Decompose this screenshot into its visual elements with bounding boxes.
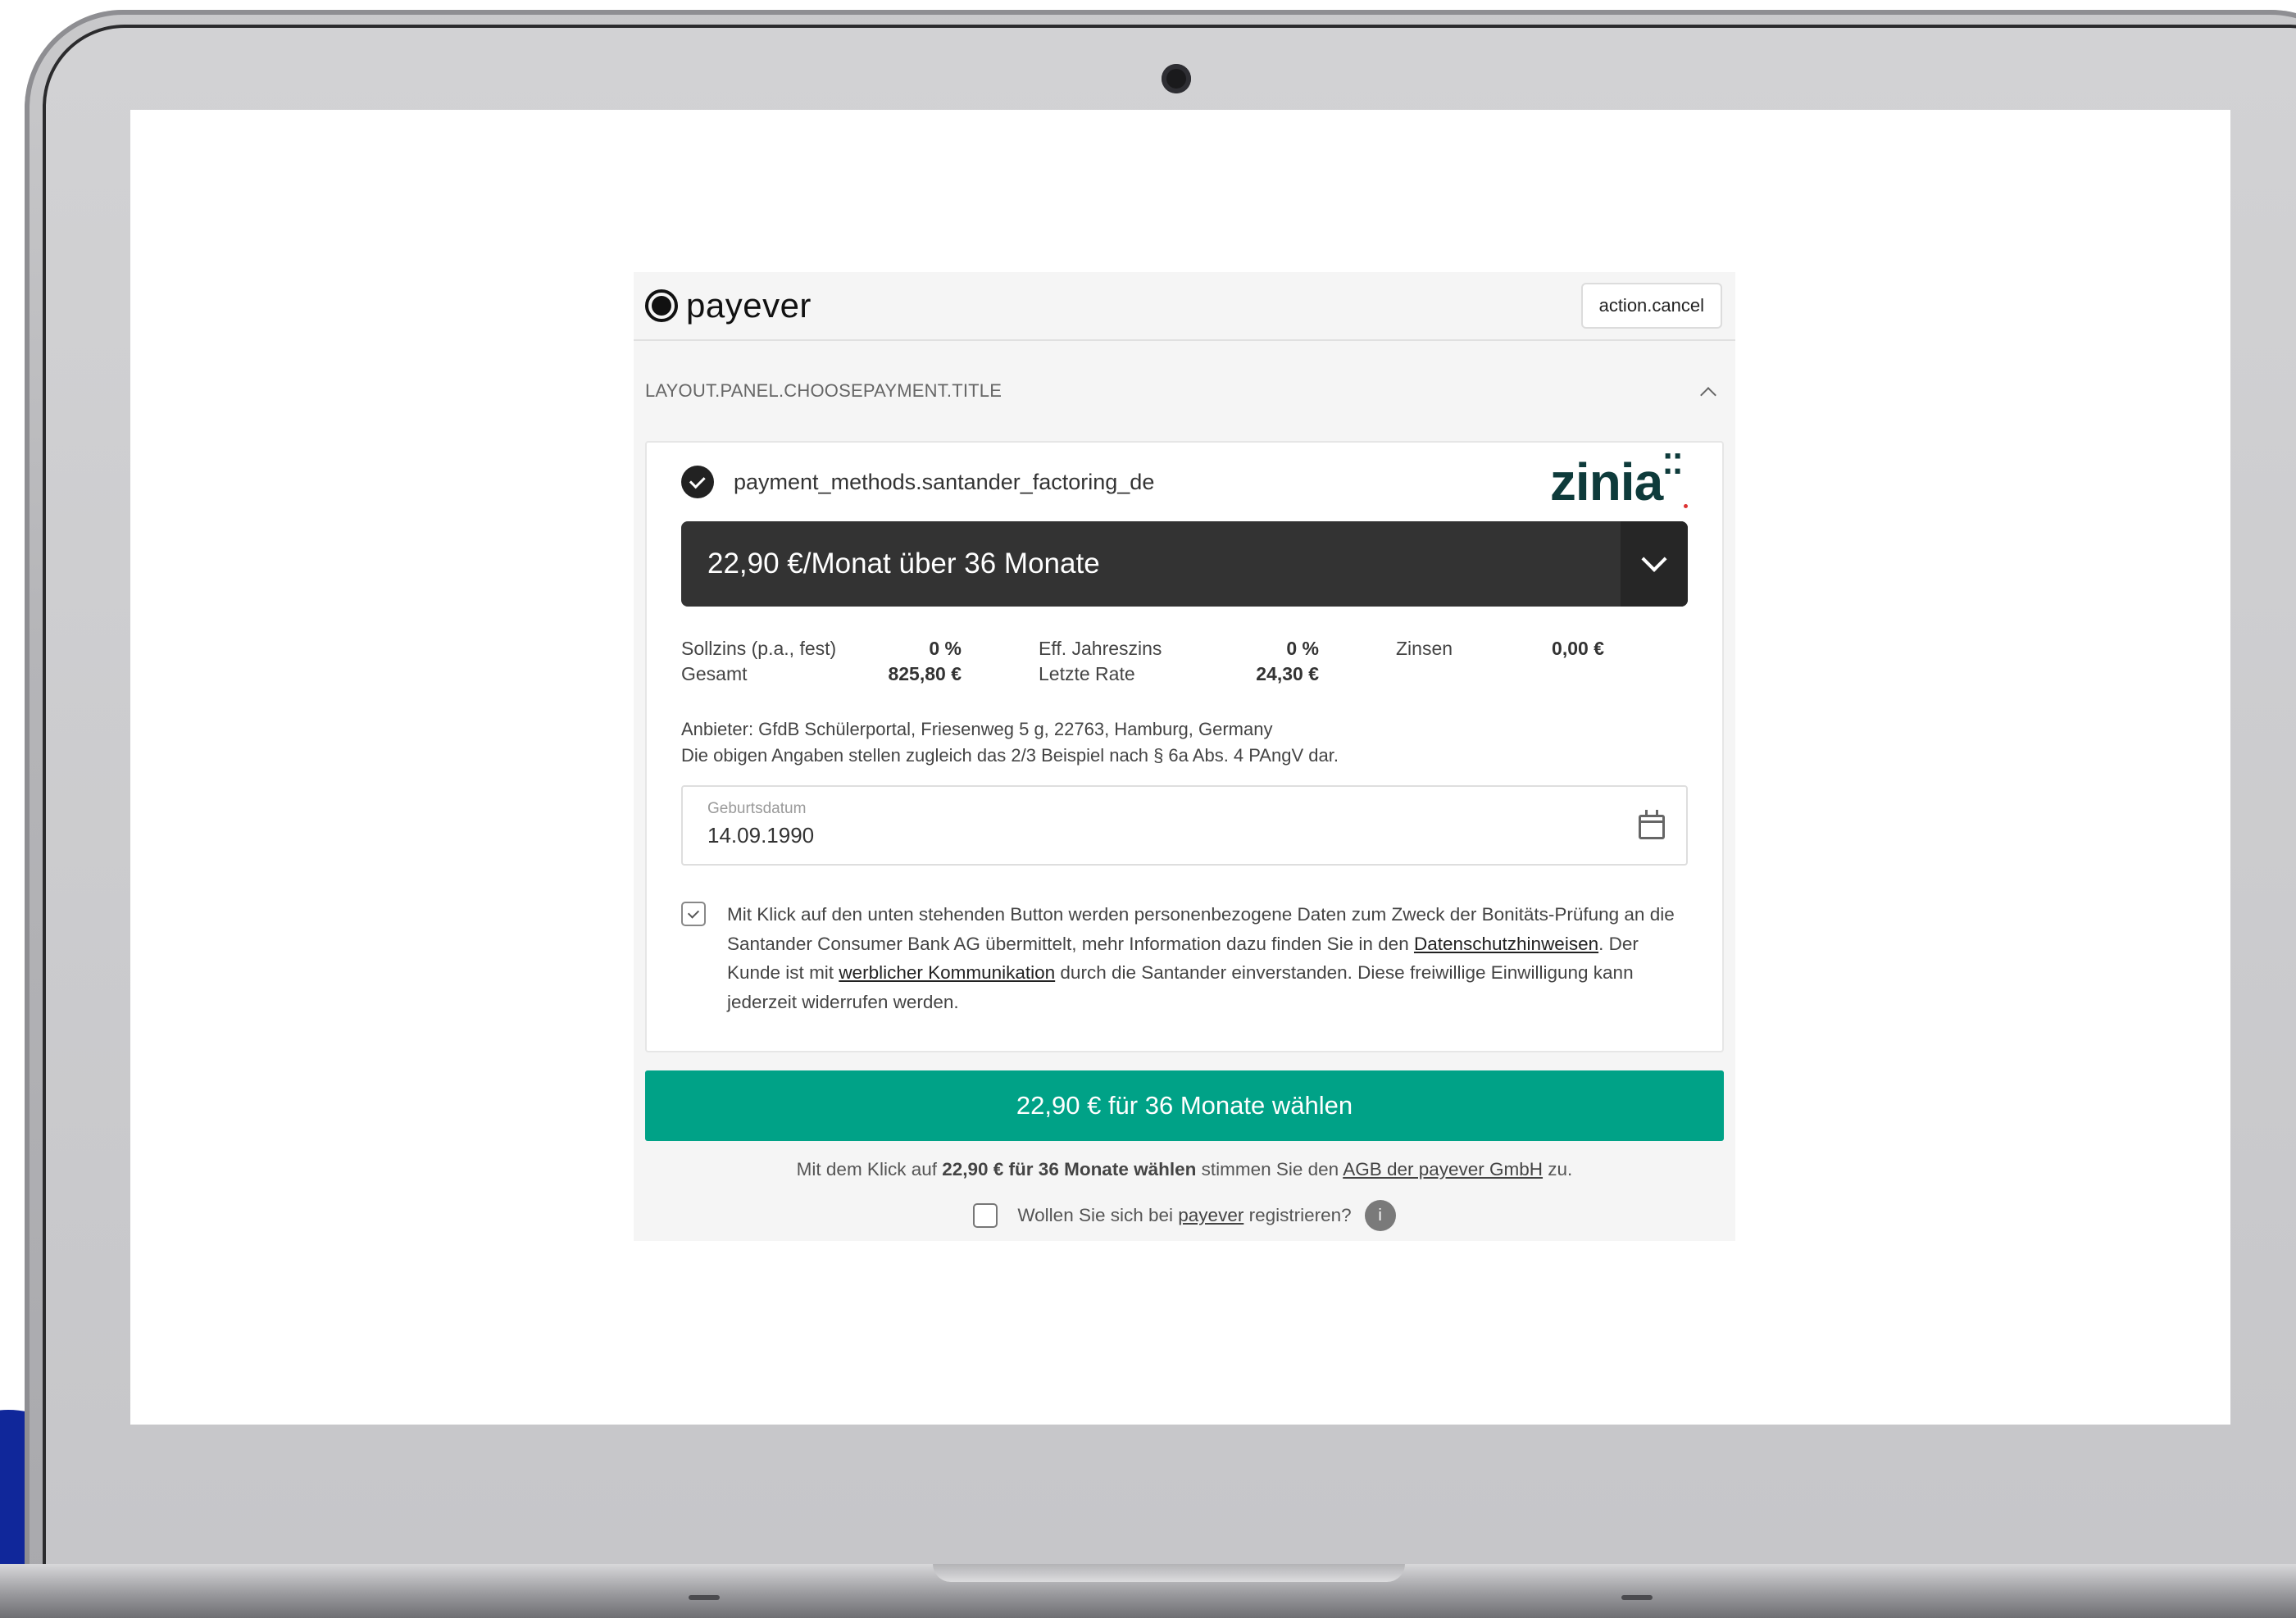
payment-method-name: payment_methods.santander_factoring_de bbox=[734, 469, 1155, 494]
provider-info: Anbieter: GfdB Schülerportal, Friesenweg… bbox=[681, 716, 1688, 769]
payever-logo-icon bbox=[645, 289, 678, 322]
payment-method-card: payment_methods.santander_factoring_de z… bbox=[645, 441, 1724, 1052]
chevron-up-icon[interactable] bbox=[1699, 383, 1716, 399]
consent-row: Mit Klick auf den unten stehenden Button… bbox=[681, 900, 1688, 1016]
marketing-communication-link[interactable]: werblicher Kommunikation bbox=[839, 962, 1055, 983]
zinia-logo-text: zinia bbox=[1549, 452, 1663, 511]
zinsen-label: Zinsen bbox=[1396, 638, 1453, 659]
installment-plan-select[interactable]: 22,90 €/Monat über 36 Monate bbox=[681, 521, 1688, 607]
check-circle-icon bbox=[681, 466, 714, 498]
credit-terms: Sollzins (p.a., fest) 0 % Eff. Jahreszin… bbox=[681, 638, 1688, 685]
agb-link[interactable]: AGB der payever GmbH bbox=[1343, 1159, 1543, 1179]
info-icon[interactable]: i bbox=[1364, 1200, 1396, 1231]
calendar-icon[interactable] bbox=[1639, 810, 1665, 839]
laptop-foot bbox=[1621, 1595, 1653, 1600]
consent-text: Mit Klick auf den unten stehenden Button… bbox=[727, 904, 1675, 1012]
provider-legal-note: Die obigen Angaben stellen zugleich das … bbox=[681, 745, 1339, 766]
letzte-rate-label: Letzte Rate bbox=[1039, 663, 1135, 684]
gesamt-label: Gesamt bbox=[681, 663, 748, 684]
birthdate-value[interactable]: 14.09.1990 bbox=[707, 823, 1662, 848]
zinsen-value: 0,00 € bbox=[1552, 638, 1604, 659]
gesamt-value: 825,80 € bbox=[888, 663, 962, 684]
provider-address: Anbieter: GfdB Schülerportal, Friesenweg… bbox=[681, 719, 1273, 739]
payment-method-row[interactable]: payment_methods.santander_factoring_de z… bbox=[681, 443, 1688, 521]
choose-payment-header[interactable]: LAYOUT.PANEL.CHOOSEPAYMENT.TITLE bbox=[634, 341, 1735, 441]
installment-plan-value: 22,90 €/Monat über 36 Monate bbox=[707, 548, 1100, 579]
birthdate-label: Geburtsdatum bbox=[707, 800, 807, 817]
privacy-notice-link[interactable]: Datenschutzhinweisen bbox=[1414, 934, 1598, 954]
eff-jahreszins-value: 0 % bbox=[1286, 638, 1319, 659]
zinia-logo: zinia⁚⁚ bbox=[1550, 451, 1688, 508]
select-plan-button[interactable]: 22,90 € für 36 Monate wählen bbox=[645, 1070, 1724, 1141]
cancel-button[interactable]: action.cancel bbox=[1580, 283, 1722, 329]
brand: payever bbox=[645, 286, 812, 325]
checkout-widget: payever action.cancel LAYOUT.PANEL.CHOOS… bbox=[634, 272, 1735, 1241]
camera-icon bbox=[1162, 64, 1191, 93]
consent-checkbox[interactable] bbox=[681, 902, 706, 926]
section-title: LAYOUT.PANEL.CHOOSEPAYMENT.TITLE bbox=[645, 380, 1003, 401]
payever-link[interactable]: payever bbox=[1178, 1205, 1243, 1225]
widget-header: payever action.cancel bbox=[634, 272, 1735, 341]
sollzins-label: Sollzins (p.a., fest) bbox=[681, 638, 837, 659]
laptop-hinge bbox=[933, 1564, 1405, 1582]
terms-agreement-note: Mit dem Klick auf 22,90 € für 36 Monate … bbox=[796, 1159, 1573, 1179]
chevron-down-icon[interactable] bbox=[1621, 521, 1688, 607]
register-row: Wollen Sie sich bei payever registrieren… bbox=[634, 1200, 1735, 1231]
sollzins-value: 0 % bbox=[929, 638, 962, 659]
letzte-rate-value: 24,30 € bbox=[1256, 663, 1319, 684]
register-checkbox[interactable] bbox=[973, 1203, 998, 1228]
register-text: Wollen Sie sich bei payever registrieren… bbox=[1017, 1205, 1352, 1225]
brand-name: payever bbox=[686, 286, 812, 325]
laptop-foot bbox=[689, 1595, 720, 1600]
birthdate-field[interactable]: Geburtsdatum 14.09.1990 bbox=[681, 785, 1688, 866]
eff-jahreszins-label: Eff. Jahreszins bbox=[1039, 638, 1162, 659]
